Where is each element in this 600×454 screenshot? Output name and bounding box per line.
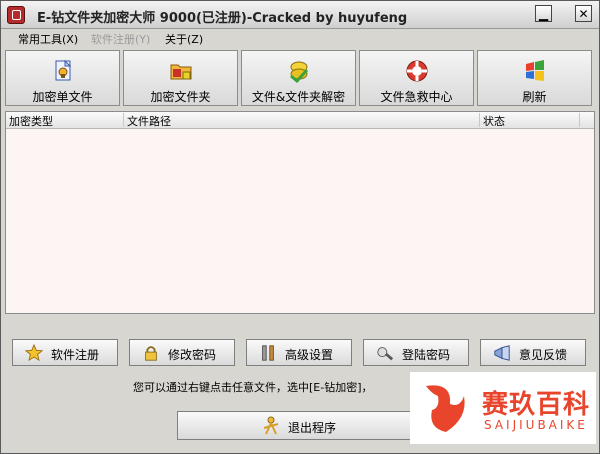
login-password-label: 登陆密码	[402, 348, 451, 362]
feedback-label: 意见反馈	[519, 348, 568, 362]
encrypted-files-list[interactable]: 加密类型 文件路径 状态	[5, 111, 595, 314]
refresh-button[interactable]: 刷新	[477, 50, 592, 106]
menu-register[interactable]: 软件注册(Y)	[91, 31, 150, 47]
encrypt-file-icon	[55, 59, 71, 81]
star-icon	[25, 344, 43, 362]
menu-common-tools[interactable]: 常用工具(X)	[18, 31, 78, 47]
encrypt-folder-icon	[170, 64, 191, 80]
key-icon	[377, 347, 394, 361]
encrypt-file-button[interactable]: 加密单文件	[5, 50, 120, 106]
advanced-settings-button[interactable]: 高级设置	[246, 339, 352, 366]
change-password-label: 修改密码	[168, 348, 217, 362]
decrypt-icon	[289, 61, 308, 83]
refresh-label: 刷新	[522, 90, 547, 104]
close-button[interactable]: ✕	[575, 5, 592, 22]
watermark-text-en: SAIJIUBAIKE	[484, 418, 588, 432]
watermark-text-cn: 赛玖百科	[482, 390, 591, 420]
change-password-button[interactable]: 修改密码	[129, 339, 235, 366]
column-status[interactable]: 状态	[480, 113, 580, 128]
toolbar: 加密单文件 加密文件夹 文件&文件夹解密 文件急救中心 刷新	[5, 50, 595, 108]
exit-label: 退出程序	[288, 421, 337, 435]
menu-about[interactable]: 关于(Z)	[165, 31, 203, 47]
file-rescue-label: 文件急救中心	[380, 90, 453, 104]
hint-text: 您可以通过右键点击任意文件，选中[E-钻加密]，	[133, 381, 373, 394]
decrypt-label: 文件&文件夹解密	[251, 90, 346, 104]
list-header: 加密类型 文件路径 状态	[6, 112, 594, 129]
login-password-button[interactable]: 登陆密码	[363, 339, 469, 366]
column-encrypt-type[interactable]: 加密类型	[6, 113, 124, 128]
file-rescue-button[interactable]: 文件急救中心	[359, 50, 474, 106]
exit-button[interactable]: 退出程序	[177, 411, 422, 440]
encrypt-file-label: 加密单文件	[32, 90, 93, 104]
advanced-settings-label: 高级设置	[285, 348, 334, 362]
minimize-button[interactable]: ▁	[535, 5, 552, 22]
app-lock-icon	[7, 6, 25, 24]
register-button[interactable]: 软件注册	[12, 339, 118, 366]
lock-icon	[145, 346, 157, 361]
encrypt-folder-label: 加密文件夹	[150, 90, 211, 104]
windows-flag-icon	[525, 60, 544, 81]
lifebuoy-icon	[406, 60, 427, 82]
feedback-icon	[494, 345, 510, 361]
window-title: E-钻文件夹加密大师 9000(已注册)-Cracked by huyufeng	[37, 11, 408, 26]
register-label: 软件注册	[51, 348, 100, 362]
menu-bar: 常用工具(X) 软件注册(Y) 关于(Z)	[1, 29, 599, 47]
encrypt-folder-button[interactable]: 加密文件夹	[123, 50, 238, 106]
title-bar[interactable]: E-钻文件夹加密大师 9000(已注册)-Cracked by huyufeng…	[1, 1, 599, 29]
exit-icon	[263, 416, 279, 435]
decrypt-button[interactable]: 文件&文件夹解密	[241, 50, 356, 106]
watermark-logo: 赛玖百科 SAIJIUBAIKE	[410, 372, 596, 444]
tools-icon	[262, 345, 274, 361]
column-file-path[interactable]: 文件路径	[124, 113, 480, 128]
watermark-mark-icon	[426, 385, 465, 432]
feedback-button[interactable]: 意见反馈	[480, 339, 586, 366]
